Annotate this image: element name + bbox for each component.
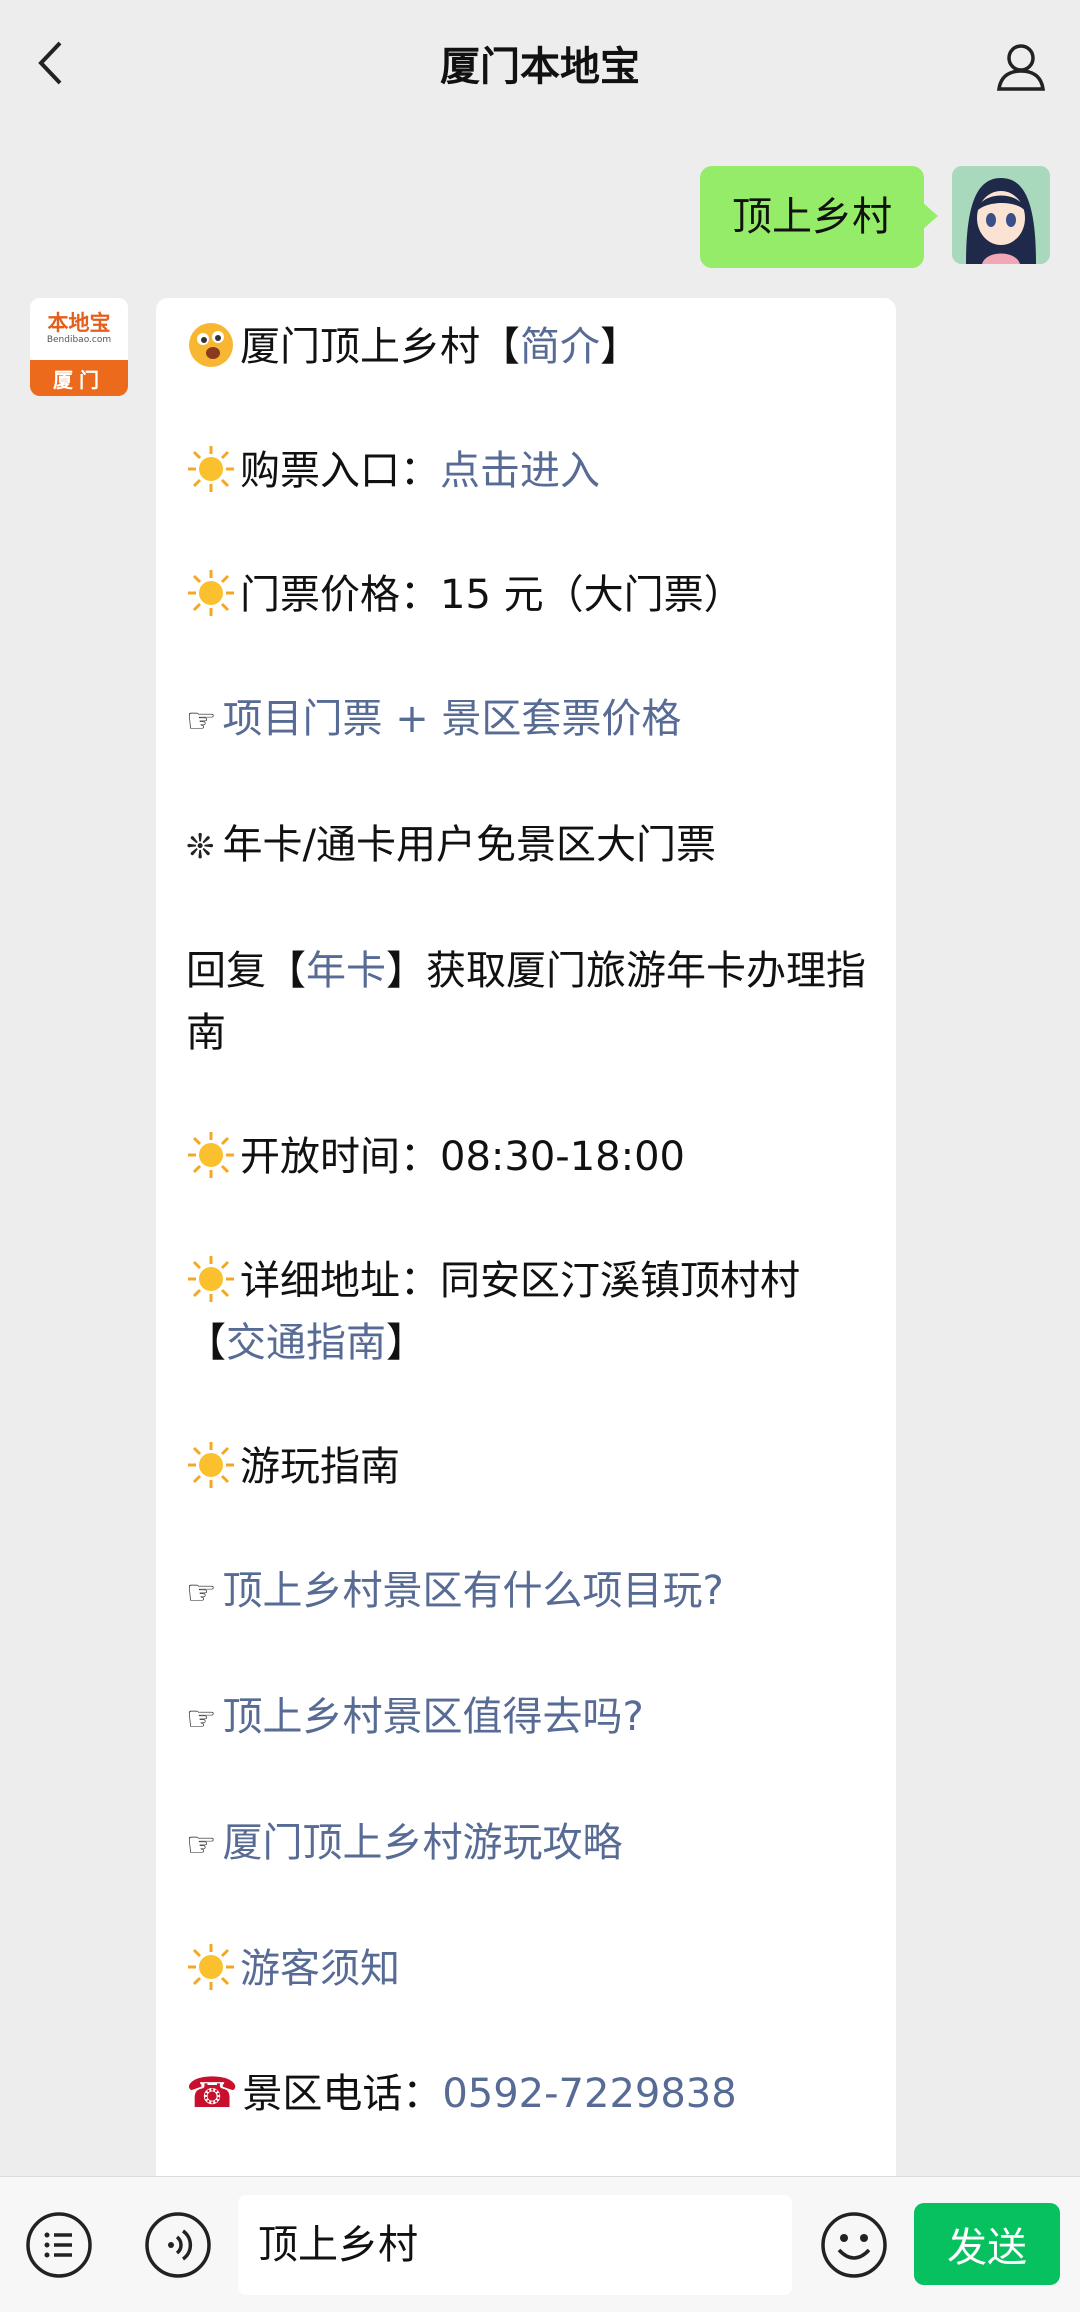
pointing-hand-icon: ☞ bbox=[186, 701, 217, 741]
sun-icon bbox=[188, 1132, 234, 1178]
address-text: 详细地址：同安区汀溪镇顶村村 bbox=[240, 1258, 800, 1304]
sparkle-icon: ❊ bbox=[186, 827, 215, 867]
send-button[interactable]: 发送 bbox=[914, 2203, 1060, 2285]
annual-card-link[interactable]: 年卡 bbox=[306, 948, 386, 994]
chat-title: 厦门本地宝 bbox=[440, 44, 640, 90]
menu-button[interactable] bbox=[24, 2210, 94, 2280]
reply-prefix: 回复【 bbox=[186, 948, 306, 994]
emoji-button[interactable] bbox=[819, 2210, 889, 2280]
bot-message: 本地宝 Bendibao.com 厦门 厦门顶上乡村【简介】 购票入口：点击进入 bbox=[30, 298, 896, 2176]
sun-icon bbox=[188, 1944, 234, 1990]
back-button[interactable] bbox=[26, 38, 76, 88]
sun-icon bbox=[188, 570, 234, 616]
traffic-guide-link[interactable]: 交通指南 bbox=[226, 1320, 386, 1366]
telephone-icon: ☎ bbox=[186, 2068, 239, 2117]
line-play-guide: 游玩指南 bbox=[186, 1436, 866, 1498]
chat-area[interactable]: 顶上乡村 本地宝 Bendibao.com 厦门 厦门顶上乡村【简介】 购票入口… bbox=[0, 126, 1080, 2176]
line-annual-card: ❊ 年卡/通卡用户免景区大门票 bbox=[186, 814, 866, 878]
line-visitor-notice: 游客须知 bbox=[186, 1938, 866, 2000]
pointing-hand-icon: ☞ bbox=[186, 1825, 217, 1865]
sun-icon bbox=[188, 1256, 234, 1302]
line-worth-visiting: ☞ 顶上乡村景区值得去吗? bbox=[186, 1686, 866, 1750]
annual-card-text: 年卡/通卡用户免景区大门票 bbox=[222, 822, 716, 868]
phone-link[interactable]: 0592-7229838 bbox=[442, 2071, 736, 2117]
intro-link[interactable]: 简介 bbox=[520, 324, 600, 370]
line-opening-hours: 开放时间：08:30-18:00 bbox=[186, 1126, 866, 1188]
phone-label: 景区电话： bbox=[242, 2071, 443, 2117]
user-message-bubble[interactable]: 顶上乡村 bbox=[700, 166, 938, 268]
travel-strategy-link[interactable]: 厦门顶上乡村游玩攻略 bbox=[222, 1820, 622, 1866]
what-to-play-link[interactable]: 顶上乡村景区有什么项目玩? bbox=[222, 1568, 723, 1614]
winking-face-icon bbox=[189, 323, 233, 367]
line-intro: 厦门顶上乡村【简介】 bbox=[186, 316, 866, 378]
smiley-icon bbox=[821, 2212, 887, 2278]
line-ticket-entry: 购票入口：点击进入 bbox=[186, 440, 866, 502]
visitor-notice-link[interactable]: 游客须知 bbox=[240, 1946, 400, 1992]
line-travel-strategy: ☞ 厦门顶上乡村游玩攻略 bbox=[186, 1812, 866, 1876]
message-input[interactable]: 顶上乡村 bbox=[238, 2195, 792, 2295]
user-message: 顶上乡村 bbox=[700, 166, 1050, 268]
input-bar: 顶上乡村 发送 bbox=[0, 2176, 1080, 2312]
chat-header: 厦门本地宝 bbox=[0, 0, 1080, 126]
menu-list-icon bbox=[26, 2212, 92, 2278]
logo-city-text: 厦门 bbox=[30, 360, 128, 396]
voice-button[interactable] bbox=[143, 2210, 213, 2280]
worth-visiting-link[interactable]: 顶上乡村景区值得去吗? bbox=[222, 1694, 643, 1740]
line-reply-annual-card: 回复【年卡】获取厦门旅游年卡办理指南 bbox=[186, 940, 866, 1064]
ticket-entry-label: 购票入口： bbox=[240, 448, 440, 494]
opening-hours-text: 开放时间：08:30-18:00 bbox=[240, 1134, 685, 1180]
sun-icon bbox=[188, 446, 234, 492]
logo-sub-text: Bendibao.com bbox=[46, 335, 112, 345]
line-what-to-play: ☞ 顶上乡村景区有什么项目玩? bbox=[186, 1560, 866, 1624]
line-package-price: ☞ 项目门票 + 景区套票价格 bbox=[186, 688, 866, 752]
intro-text: 厦门顶上乡村【 bbox=[240, 324, 520, 370]
bot-avatar[interactable]: 本地宝 Bendibao.com 厦门 bbox=[30, 298, 128, 396]
pointing-hand-icon: ☞ bbox=[186, 1699, 217, 1739]
line-address: 详细地址：同安区汀溪镇顶村村 【交通指南】 bbox=[186, 1250, 866, 1374]
ticket-entry-link[interactable]: 点击进入 bbox=[440, 448, 600, 494]
bot-logo: 本地宝 Bendibao.com bbox=[30, 298, 128, 360]
logo-main-text: 本地宝 bbox=[47, 311, 111, 335]
pointing-hand-icon: ☞ bbox=[186, 1573, 217, 1613]
voice-icon bbox=[145, 2212, 211, 2278]
intro-suffix: 】 bbox=[600, 324, 640, 370]
bot-message-bubble: 厦门顶上乡村【简介】 购票入口：点击进入 门票价格：15 元（大门票） ☞ 项目门… bbox=[156, 298, 896, 2176]
chevron-left-icon bbox=[38, 41, 62, 85]
address-bracket-open: 【 bbox=[186, 1320, 226, 1366]
anime-avatar-image bbox=[952, 166, 1050, 264]
line-ticket-price: 门票价格：15 元（大门票） bbox=[186, 564, 866, 626]
ticket-price-text: 门票价格：15 元（大门票） bbox=[240, 572, 744, 618]
profile-button[interactable] bbox=[992, 38, 1050, 96]
sun-icon bbox=[188, 1442, 234, 1488]
person-icon bbox=[996, 44, 1046, 91]
user-avatar[interactable] bbox=[952, 166, 1050, 264]
play-guide-text: 游玩指南 bbox=[240, 1444, 400, 1490]
line-phone: ☎ 景区电话：0592-7229838 bbox=[186, 2062, 866, 2125]
address-bracket-close: 】 bbox=[386, 1320, 426, 1366]
package-price-link[interactable]: 项目门票 + 景区套票价格 bbox=[222, 696, 681, 742]
